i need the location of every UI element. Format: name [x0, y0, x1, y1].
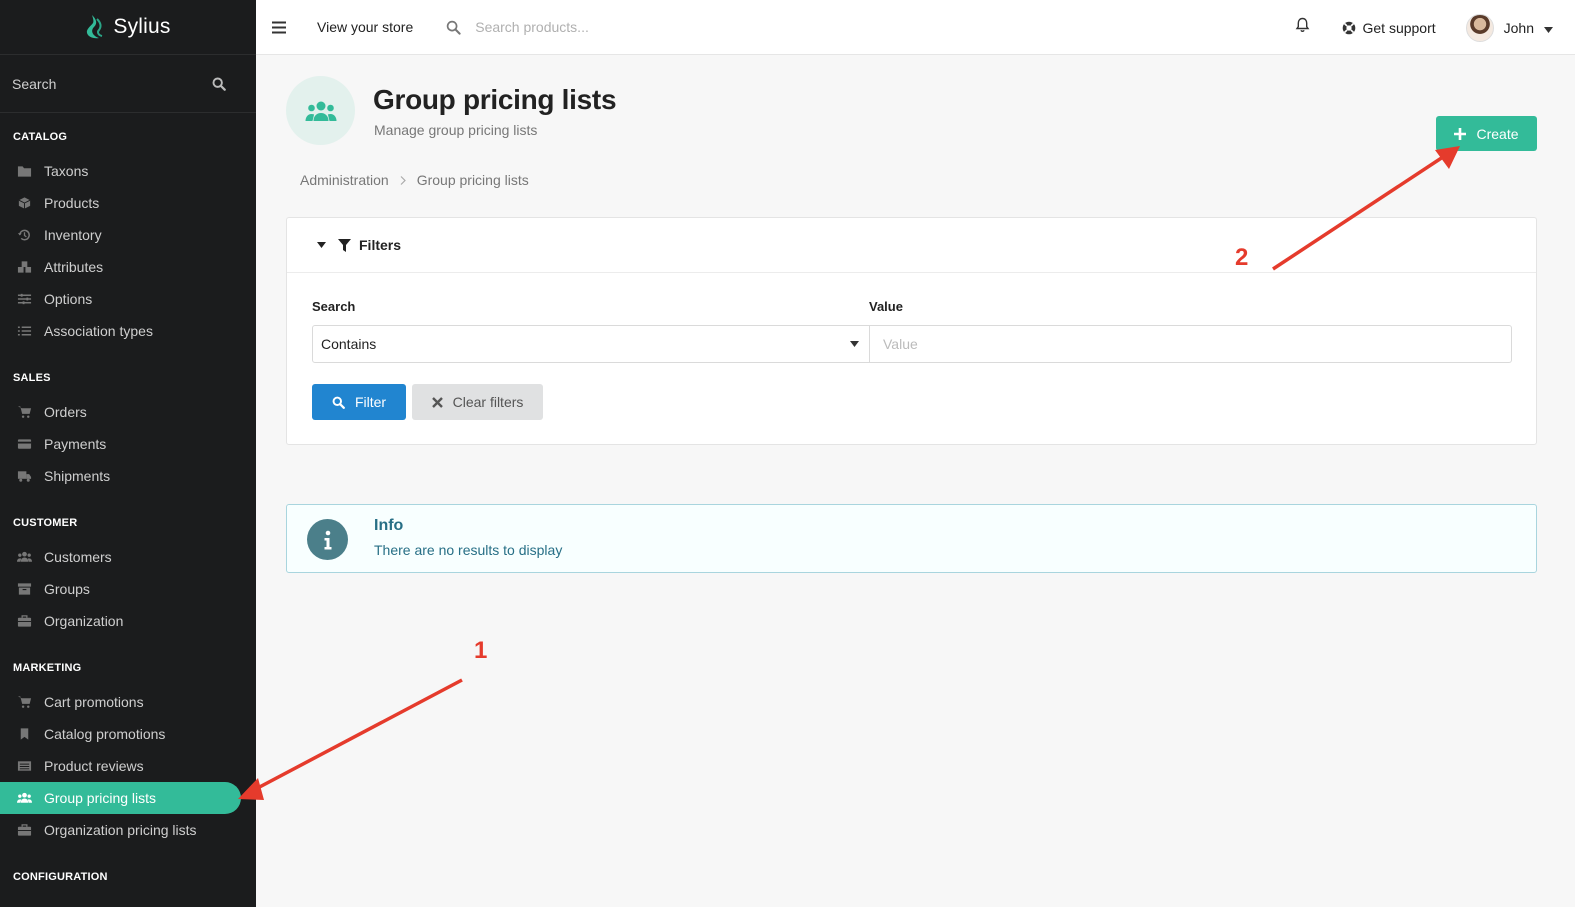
brand-logo[interactable]: Sylius [0, 0, 256, 55]
cart-icon [16, 405, 32, 419]
page-header-icon [286, 76, 355, 145]
sidebar-item-product-reviews[interactable]: Product reviews [0, 750, 256, 782]
briefcase-icon [16, 823, 32, 837]
sidebar-item-options[interactable]: Options [0, 283, 256, 315]
sidebar-item-attributes[interactable]: Attributes [0, 251, 256, 283]
product-search-input[interactable] [475, 19, 776, 35]
search-icon [212, 77, 226, 91]
search-criteria-label: Search [312, 299, 356, 314]
folder-icon [16, 164, 32, 178]
bookmark-icon [16, 727, 32, 741]
cart-promo-icon [16, 695, 32, 709]
filter-icon [338, 238, 351, 252]
get-support-link[interactable]: Get support [1342, 19, 1436, 36]
section-title-marketing: MARKETING [13, 662, 82, 674]
sidebar-item-cart-promotions[interactable]: Cart promotions [0, 686, 256, 718]
caret-down-icon [850, 341, 859, 347]
breadcrumb-current: Group pricing lists [416, 172, 529, 188]
section-title-configuration: CONFIGURATION [13, 871, 108, 883]
filter-button-label: Filter [354, 394, 387, 410]
clear-filters-button[interactable]: Clear filters [412, 384, 543, 420]
payment-icon [16, 437, 32, 451]
sidebar-item-inventory[interactable]: Inventory [0, 219, 256, 251]
tasks-icon [16, 324, 32, 338]
page-subtitle: Manage group pricing lists [374, 122, 538, 138]
newspaper-icon [16, 759, 32, 773]
brand-name: Sylius [113, 15, 171, 38]
annotation-label-2: 2 [1235, 244, 1249, 271]
main-content: Group pricing lists Manage group pricing… [256, 55, 1575, 907]
get-support-label: Get support [1362, 19, 1436, 36]
info-text: There are no results to display [374, 542, 563, 558]
users-icon [305, 101, 336, 121]
caret-down-icon [317, 242, 326, 248]
sidebar-search-label: Search [12, 75, 57, 92]
breadcrumb: Administration Group pricing lists [300, 172, 529, 188]
history-icon [16, 228, 32, 242]
bell-icon [1296, 17, 1310, 32]
value-field[interactable] [870, 325, 1512, 363]
info-message: Info There are no results to display [286, 504, 1537, 573]
sidebar-item-catalog-promotions[interactable]: Catalog promotions [0, 718, 256, 750]
close-icon [431, 396, 443, 408]
users-icon [16, 550, 32, 564]
search-mode-value: Contains [321, 336, 377, 352]
section-title-catalog: CATALOG [13, 131, 68, 143]
users-icon [16, 791, 32, 805]
sidebar-item-orders[interactable]: Orders [0, 396, 256, 428]
top-bar: View your store Get support John [256, 0, 1575, 55]
filters-title: Filters [359, 237, 402, 253]
create-button-label: Create [1476, 125, 1519, 142]
value-label: Value [869, 299, 903, 314]
user-menu[interactable]: John [1465, 13, 1553, 42]
top-right-actions: Get support John [1295, 0, 1553, 55]
sidebar-item-organization-pricing-lists[interactable]: Organization pricing lists [0, 814, 256, 846]
breadcrumb-administration[interactable]: Administration [300, 172, 389, 188]
info-title: Info [374, 517, 404, 534]
search-icon [332, 396, 345, 409]
chevron-right-icon [400, 175, 406, 185]
filters-panel: Filters Search Value Contains Filter Cle… [286, 217, 1537, 445]
filter-button[interactable]: Filter [312, 384, 406, 420]
clear-filters-label: Clear filters [452, 394, 524, 410]
create-button[interactable]: Create [1436, 116, 1537, 151]
sidebar-item-shipments[interactable]: Shipments [0, 460, 256, 492]
notifications-bell[interactable] [1295, 17, 1310, 38]
sidebar-item-group-pricing-lists[interactable]: Group pricing lists [0, 782, 241, 814]
sylius-logo-icon [87, 15, 103, 39]
plus-icon [1454, 127, 1467, 140]
hamburger-icon [272, 21, 286, 33]
sidebar-item-payments[interactable]: Payments [0, 428, 256, 460]
view-store-link[interactable]: View your store [317, 19, 413, 35]
search-mode-select[interactable]: Contains [312, 325, 870, 363]
filters-toggle[interactable]: Filters [287, 218, 1536, 273]
chevron-down-icon [1544, 20, 1553, 36]
menu-toggle[interactable] [256, 21, 302, 34]
sidebar-item-association-types[interactable]: Association types [0, 315, 256, 347]
section-title-sales: SALES [13, 372, 51, 384]
user-name: John [1503, 19, 1534, 36]
truck-icon [16, 469, 32, 483]
sidebar-item-products[interactable]: Products [0, 187, 256, 219]
sidebar-item-taxons[interactable]: Taxons [0, 155, 256, 187]
page-title: Group pricing lists [373, 84, 617, 115]
cubes-icon [16, 260, 32, 274]
search-icon [446, 20, 461, 35]
options-icon [16, 292, 32, 306]
sidebar-item-organization[interactable]: Organization [0, 605, 256, 637]
section-title-customer: CUSTOMER [13, 517, 78, 529]
avatar [1465, 13, 1494, 42]
sidebar-item-groups[interactable]: Groups [0, 573, 256, 605]
archive-icon [16, 582, 32, 596]
annotation-label-1: 1 [474, 637, 488, 664]
info-icon [307, 519, 348, 560]
sidebar-search[interactable]: Search [0, 55, 256, 113]
life-ring-icon [1343, 21, 1356, 34]
product-search [446, 19, 776, 35]
cube-icon [16, 196, 32, 210]
sidebar-item-customers[interactable]: Customers [0, 541, 256, 573]
sidebar: Sylius Search CATALOG Taxons Products In… [0, 0, 256, 907]
briefcase-icon [16, 614, 32, 628]
